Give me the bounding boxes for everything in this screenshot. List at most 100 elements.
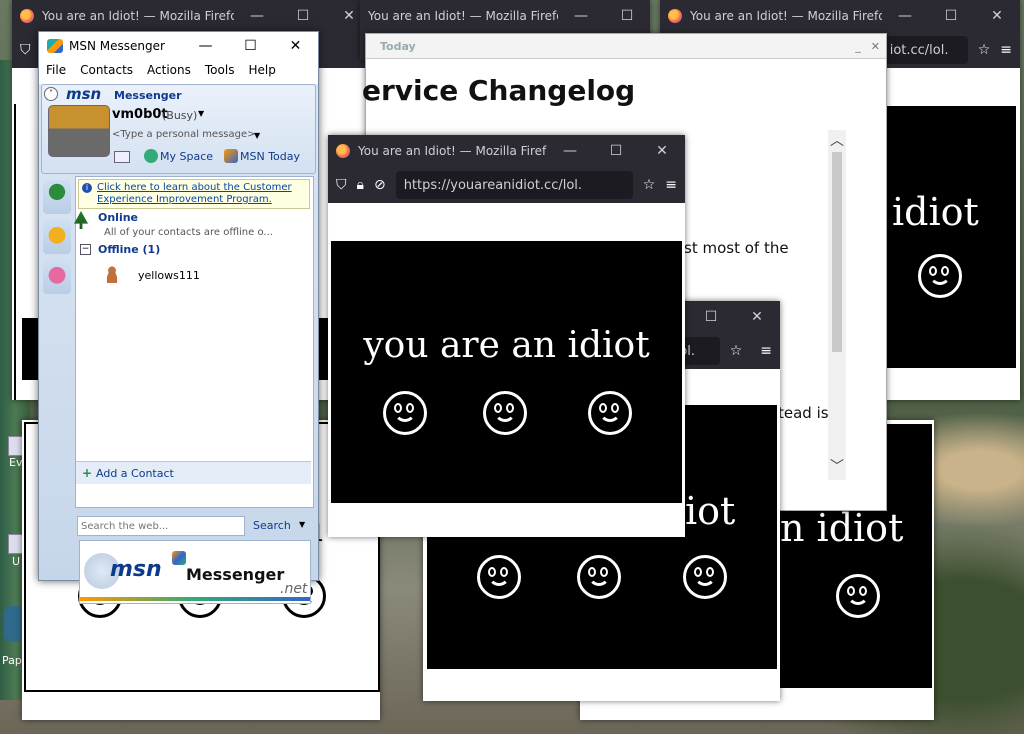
- close-icon[interactable]: ✕: [639, 143, 685, 159]
- shield-icon[interactable]: ⛉: [20, 43, 31, 57]
- msn-messenger-window[interactable]: MSN Messenger — ☐ ✕ File Contacts Action…: [38, 31, 319, 604]
- title-bar: You are an Idiot! — Mozilla Firefox — ☐ …: [12, 0, 372, 32]
- minimize-icon[interactable]: _: [851, 40, 865, 53]
- title-bar: MSN Messenger — ☐ ✕: [39, 32, 318, 60]
- url-bar[interactable]: iot.cc/lol.: [881, 36, 968, 64]
- contacts-tab-icon[interactable]: [43, 180, 71, 214]
- title-bar: You are an Idiot! — Mozilla Firefox — ☐: [360, 0, 650, 32]
- firefox-window-front[interactable]: You are an Idiot! — Mozilla Firefox — ☐ …: [328, 135, 685, 537]
- my-space-link[interactable]: My Space: [160, 150, 213, 163]
- nav-bar: ⛉ 🔒︎ ⊘ https://youareanidiot.cc/lol. ☆ ≡: [328, 167, 685, 203]
- menu-bar: File Contacts Actions Tools Help: [39, 60, 318, 80]
- brand-subtitle: Messenger: [114, 89, 182, 102]
- close-icon[interactable]: ✕: [974, 8, 1020, 24]
- gifts-tab-icon[interactable]: [43, 260, 71, 294]
- bookmark-star-icon[interactable]: ☆: [978, 43, 991, 57]
- close-icon[interactable]: ✕: [273, 38, 318, 54]
- myspace-icon: [144, 149, 158, 163]
- ceip-link[interactable]: Click here to learn about the Customer E…: [97, 182, 307, 206]
- maximize-icon[interactable]: ☐: [688, 309, 734, 325]
- title-bar: You are an Idiot! — Mozilla Firefox — ☐ …: [328, 135, 685, 167]
- plus-icon: +: [82, 466, 93, 480]
- group-offline[interactable]: Offline (1): [98, 243, 160, 256]
- minimize-icon[interactable]: —: [234, 8, 280, 24]
- scroll-down-icon[interactable]: ﹀: [828, 456, 846, 476]
- search-dropdown-icon[interactable]: ▼: [299, 520, 305, 529]
- bookmark-star-icon[interactable]: ☆: [730, 344, 743, 358]
- desktop-icon-2-label: U: [12, 555, 21, 568]
- minimize-icon[interactable]: —: [882, 8, 928, 24]
- smiley-icon: [577, 555, 621, 599]
- menu-icon[interactable]: ≡: [665, 178, 677, 192]
- maximize-icon[interactable]: ☐: [228, 38, 273, 54]
- maximize-icon[interactable]: ☐: [280, 8, 326, 24]
- idiot-black-area: idiot: [886, 106, 1016, 368]
- msn-today-icon: [224, 149, 238, 163]
- url-bar[interactable]: https://youareanidiot.cc/lol.: [395, 171, 633, 199]
- close-icon[interactable]: ✕: [865, 40, 886, 53]
- window-title: Today: [380, 39, 416, 53]
- msn-ad-banner[interactable]: msn Messenger .net: [79, 540, 311, 604]
- idiot-message: you are an idiot: [363, 325, 650, 366]
- ceip-notice: i Click here to learn about the Customer…: [78, 179, 310, 209]
- close-icon[interactable]: ✕: [734, 309, 780, 325]
- idiot-black-area: you are an idiot: [331, 241, 682, 503]
- window-title: You are an Idiot! — Mozilla Firefox: [690, 9, 882, 23]
- personal-message-dropdown-icon[interactable]: ▼: [254, 131, 260, 140]
- body-text: tead is: [778, 404, 829, 422]
- desktop-icon-1-label: Ev: [9, 456, 23, 469]
- idiot-message: idiot: [892, 190, 979, 234]
- shield-icon[interactable]: ⛉: [336, 178, 347, 192]
- menu-actions[interactable]: Actions: [147, 63, 191, 77]
- search-button[interactable]: Search: [253, 519, 291, 532]
- minimize-icon[interactable]: —: [547, 143, 593, 159]
- menu-help[interactable]: Help: [248, 63, 275, 77]
- search-input[interactable]: [77, 516, 245, 536]
- scrollbar[interactable]: ︿ ﹀: [828, 130, 846, 480]
- menu-icon[interactable]: ≡: [760, 344, 772, 358]
- title-bar: Today _ ✕: [366, 34, 886, 59]
- collapse-icon[interactable]: ˅: [44, 87, 58, 101]
- smiley-icon: [477, 555, 521, 599]
- scrollbar-thumb[interactable]: [832, 152, 842, 352]
- alerts-bell-icon[interactable]: [43, 220, 71, 254]
- desktop-icon-3[interactable]: [4, 606, 24, 642]
- maximize-icon[interactable]: ☐: [593, 143, 639, 159]
- personal-message-input[interactable]: <Type a personal message>: [112, 129, 256, 140]
- status-dropdown-icon[interactable]: ▼: [198, 109, 204, 118]
- collapse-group-icon[interactable]: −: [80, 244, 91, 255]
- smiley-icon: [483, 391, 527, 435]
- online-note: All of your contacts are offline o...: [104, 227, 273, 238]
- smiley-icon: [836, 574, 880, 618]
- lock-icon[interactable]: 🔒︎: [357, 178, 364, 192]
- msn-today-link[interactable]: MSN Today: [240, 150, 300, 163]
- bookmark-star-icon[interactable]: ☆: [643, 178, 656, 192]
- avatar[interactable]: [48, 105, 110, 157]
- msn-body: ˅ msn Messenger vm0b0t (Busy) ▼ <Type a …: [39, 84, 318, 604]
- title-bar: You are an Idiot! — Mozilla Firefox — ☐ …: [660, 0, 1020, 32]
- menu-contacts[interactable]: Contacts: [80, 63, 133, 77]
- group-online[interactable]: Online: [98, 211, 138, 224]
- maximize-icon[interactable]: ☐: [604, 8, 650, 24]
- smiley-icon: [683, 555, 727, 599]
- add-contact-link[interactable]: Add a Contact: [96, 467, 174, 480]
- menu-file[interactable]: File: [46, 63, 66, 77]
- contact-item[interactable]: yellows111: [138, 269, 200, 282]
- web-search: Search ▼: [77, 514, 312, 538]
- window-title: MSN Messenger: [69, 39, 165, 53]
- permissions-icon[interactable]: ⊘: [374, 178, 386, 192]
- add-contact-bar: + Add a Contact: [76, 461, 311, 484]
- status-label[interactable]: (Busy): [162, 109, 197, 122]
- window-title: You are an Idiot! — Mozilla Firefox: [42, 9, 234, 23]
- mail-icon[interactable]: [114, 151, 130, 163]
- maximize-icon[interactable]: ☐: [928, 8, 974, 24]
- username[interactable]: vm0b0t: [112, 107, 168, 122]
- idiot-message: iot: [685, 489, 736, 533]
- scroll-up-icon[interactable]: ︿: [828, 130, 846, 150]
- minimize-icon[interactable]: —: [183, 38, 228, 54]
- menu-tools[interactable]: Tools: [205, 63, 235, 77]
- menu-icon[interactable]: ≡: [1000, 43, 1012, 57]
- ad-product-name: Messenger: [186, 565, 285, 584]
- tree-icon: [74, 211, 88, 229]
- minimize-icon[interactable]: —: [558, 8, 604, 24]
